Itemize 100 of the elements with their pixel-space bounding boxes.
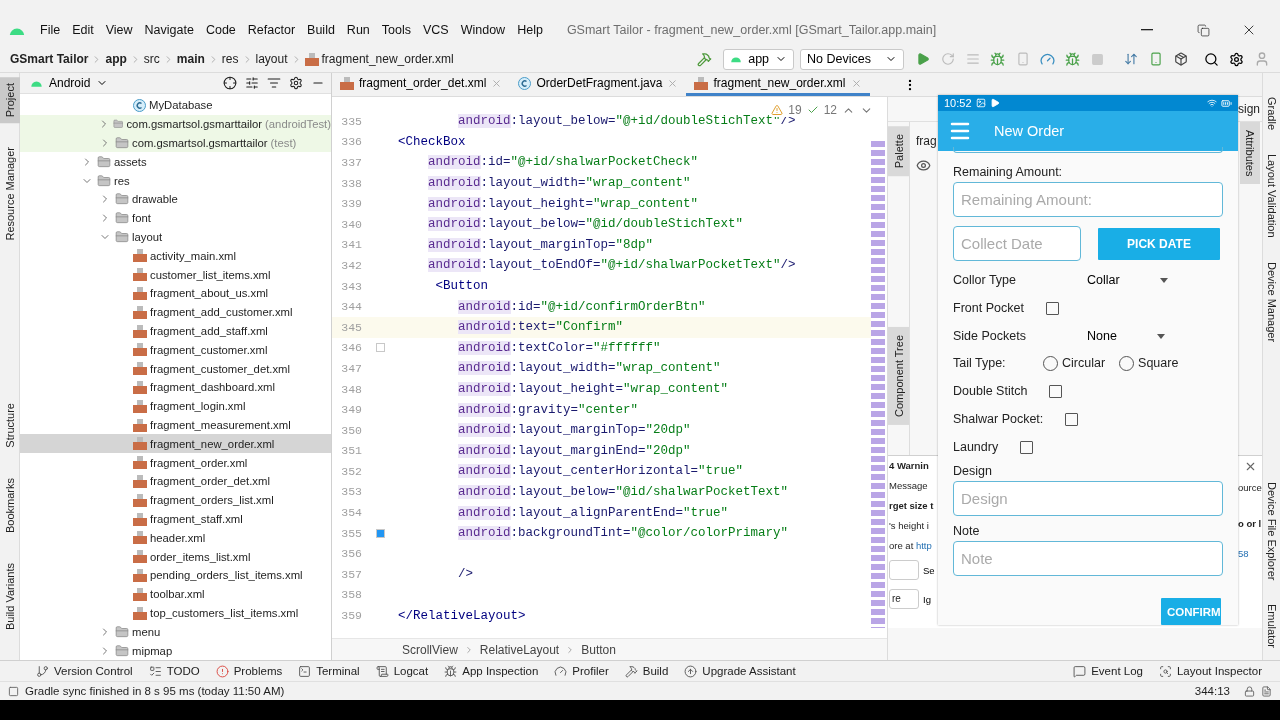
close-icon[interactable]: [1244, 460, 1257, 473]
caret-position[interactable]: 344:13: [1194, 685, 1230, 697]
tree-item[interactable]: order_items_list.xml: [20, 547, 331, 566]
design-mode-tab[interactable]: sign: [1238, 102, 1260, 116]
tool-window-tab[interactable]: Bookmarks: [0, 471, 20, 539]
tree-item[interactable]: fragment_measurement.xml: [20, 415, 331, 435]
text-field[interactable]: [953, 147, 1223, 153]
locate-icon[interactable]: [223, 76, 237, 91]
tool-window-tab[interactable]: Project: [0, 77, 20, 124]
panel-toggle-icon[interactable]: [8, 685, 19, 697]
tree-item[interactable]: fragment_login.xml: [20, 396, 331, 416]
breadcrumb[interactable]: GSmart Tailor: [10, 52, 89, 66]
tool-window-tab[interactable]: Device File Explorer: [1262, 477, 1280, 585]
tree-item[interactable]: fragment_orders_list.xml: [20, 490, 331, 510]
tree-item[interactable]: fragment_new_order.xml: [20, 434, 331, 454]
device-dropdown[interactable]: No Devices: [800, 48, 904, 70]
breadcrumb[interactable]: layout: [255, 52, 288, 66]
tool-window-tab[interactable]: Layout Inspector: [1150, 664, 1270, 678]
path-item[interactable]: ScrollView: [402, 642, 458, 657]
tool-window-tab[interactable]: Problems: [207, 664, 291, 678]
action-button[interactable]: Se: [923, 564, 935, 576]
tree-item[interactable]: fragment_customer.xml: [20, 340, 331, 360]
tool-window-tab[interactable]: Build: [616, 664, 677, 678]
config-dropdown[interactable]: app: [723, 48, 795, 70]
eye-icon[interactable]: [916, 158, 931, 173]
tree-item[interactable]: res: [20, 171, 331, 191]
breadcrumb[interactable]: res: [221, 52, 239, 66]
tool-window-tab[interactable]: TODO: [140, 664, 208, 678]
tree-item[interactable]: drawable: [20, 190, 331, 209]
tool-window-tab[interactable]: Upgrade Assistant: [676, 664, 804, 678]
dropdown[interactable]: Collar: [1087, 273, 1168, 287]
tool-window-tab[interactable]: Resource Manager: [0, 141, 20, 247]
tree-item[interactable]: fragment_order.xml: [20, 453, 331, 473]
tree-item[interactable]: fragment_dashboard.xml: [20, 378, 331, 397]
tree-item[interactable]: menu: [20, 622, 331, 642]
tree-item[interactable]: top_customers_list_items.xml: [20, 603, 331, 623]
link[interactable]: http: [915, 540, 932, 551]
breadcrumb[interactable]: fragment_new_order.xml: [304, 52, 454, 66]
settings-icon[interactable]: [289, 76, 303, 91]
text-field[interactable]: re: [889, 589, 919, 609]
menu-title[interactable]: Edit: [66, 23, 100, 37]
text-field[interactable]: [889, 560, 919, 580]
tree-item[interactable]: pending_orders_list_items.xml: [20, 566, 331, 585]
view-dropdown[interactable]: Android: [26, 76, 113, 91]
attributes-tab[interactable]: Attributes: [1240, 122, 1260, 185]
path-item[interactable]: RelativeLayout: [479, 642, 560, 657]
collapse-icon[interactable]: [267, 76, 281, 91]
tree-item[interactable]: mipmap: [20, 641, 331, 660]
menu-title[interactable]: View: [99, 23, 139, 37]
action-button[interactable]: Ig: [923, 593, 931, 605]
tree-item[interactable]: customer_list_items.xml: [20, 265, 331, 285]
tree-item[interactable]: assets: [20, 152, 331, 172]
tree-item[interactable]: com.gsmartsol.gsmarttailor (androidTest): [20, 114, 331, 134]
menu-title[interactable]: VCS: [417, 23, 455, 37]
checkbox[interactable]: [1065, 412, 1079, 426]
tree-item[interactable]: font: [20, 208, 331, 228]
tool-window-tab[interactable]: App Inspection: [436, 664, 547, 678]
date-field[interactable]: Collect Date: [953, 226, 1081, 261]
link[interactable]: 58: [1238, 548, 1262, 559]
checkbox[interactable]: [1020, 440, 1034, 454]
menu-title[interactable]: Build: [301, 23, 341, 37]
editor-tab[interactable]: OrderDetFragment.java: [510, 73, 687, 96]
text-field[interactable]: Remaining Amount:: [953, 182, 1223, 217]
checkbox[interactable]: [1049, 384, 1063, 398]
tree-item[interactable]: header.xml: [20, 528, 331, 548]
tool-window-tab[interactable]: Build Variants: [0, 556, 20, 636]
tree-item[interactable]: fragment_add_staff.xml: [20, 321, 331, 341]
menu-title[interactable]: File: [34, 23, 67, 37]
tool-window-tab[interactable]: Profiler: [546, 664, 617, 678]
radio-option[interactable]: Circular: [1043, 355, 1106, 371]
tree-item[interactable]: fragment_customer_det.xml: [20, 359, 331, 379]
breadcrumb[interactable]: app: [105, 52, 127, 66]
path-item[interactable]: Button: [581, 642, 616, 657]
menu-title[interactable]: Code: [199, 23, 242, 37]
checkbox[interactable]: [1045, 301, 1059, 315]
tool-window-tab[interactable]: Layout Validation: [1262, 150, 1280, 242]
editor-tab[interactable]: fragment_order_det.xml: [332, 73, 511, 96]
tool-window-tab[interactable]: Terminal: [290, 664, 368, 678]
tool-window-tab[interactable]: Emulator: [1262, 600, 1280, 653]
tree-item[interactable]: fragment_staff.xml: [20, 509, 331, 529]
text-field[interactable]: Design: [953, 481, 1223, 516]
tool-window-tab[interactable]: Logcat: [367, 664, 437, 678]
menu-title[interactable]: Help: [511, 23, 549, 37]
menu-title[interactable]: Refactor: [241, 23, 302, 37]
tree-item[interactable]: fragment_add_customer.xml: [20, 302, 331, 322]
tool-window-tab[interactable]: Device Manager: [1262, 257, 1280, 346]
editor-tab[interactable]: fragment_new_order.xml: [686, 73, 870, 96]
tree-item[interactable]: MyDatabase: [20, 96, 331, 115]
radio-option[interactable]: Square: [1119, 355, 1179, 371]
dropdown[interactable]: None: [1087, 329, 1165, 343]
breadcrumb[interactable]: main: [176, 52, 205, 66]
tool-window-tab[interactable]: Version Control: [28, 664, 141, 678]
tree-item[interactable]: activity_main.xml: [20, 246, 331, 266]
tree-item[interactable]: fragment_order_det.xml: [20, 472, 331, 491]
tool-window-tab[interactable]: Event Log: [1065, 664, 1151, 678]
menu-title[interactable]: Navigate: [138, 23, 200, 37]
menu-title[interactable]: Run: [340, 23, 376, 37]
panel-tab[interactable]: Palette: [888, 126, 909, 177]
tool-window-tab[interactable]: Gradle: [1262, 93, 1280, 135]
menu-title[interactable]: Tools: [375, 23, 417, 37]
